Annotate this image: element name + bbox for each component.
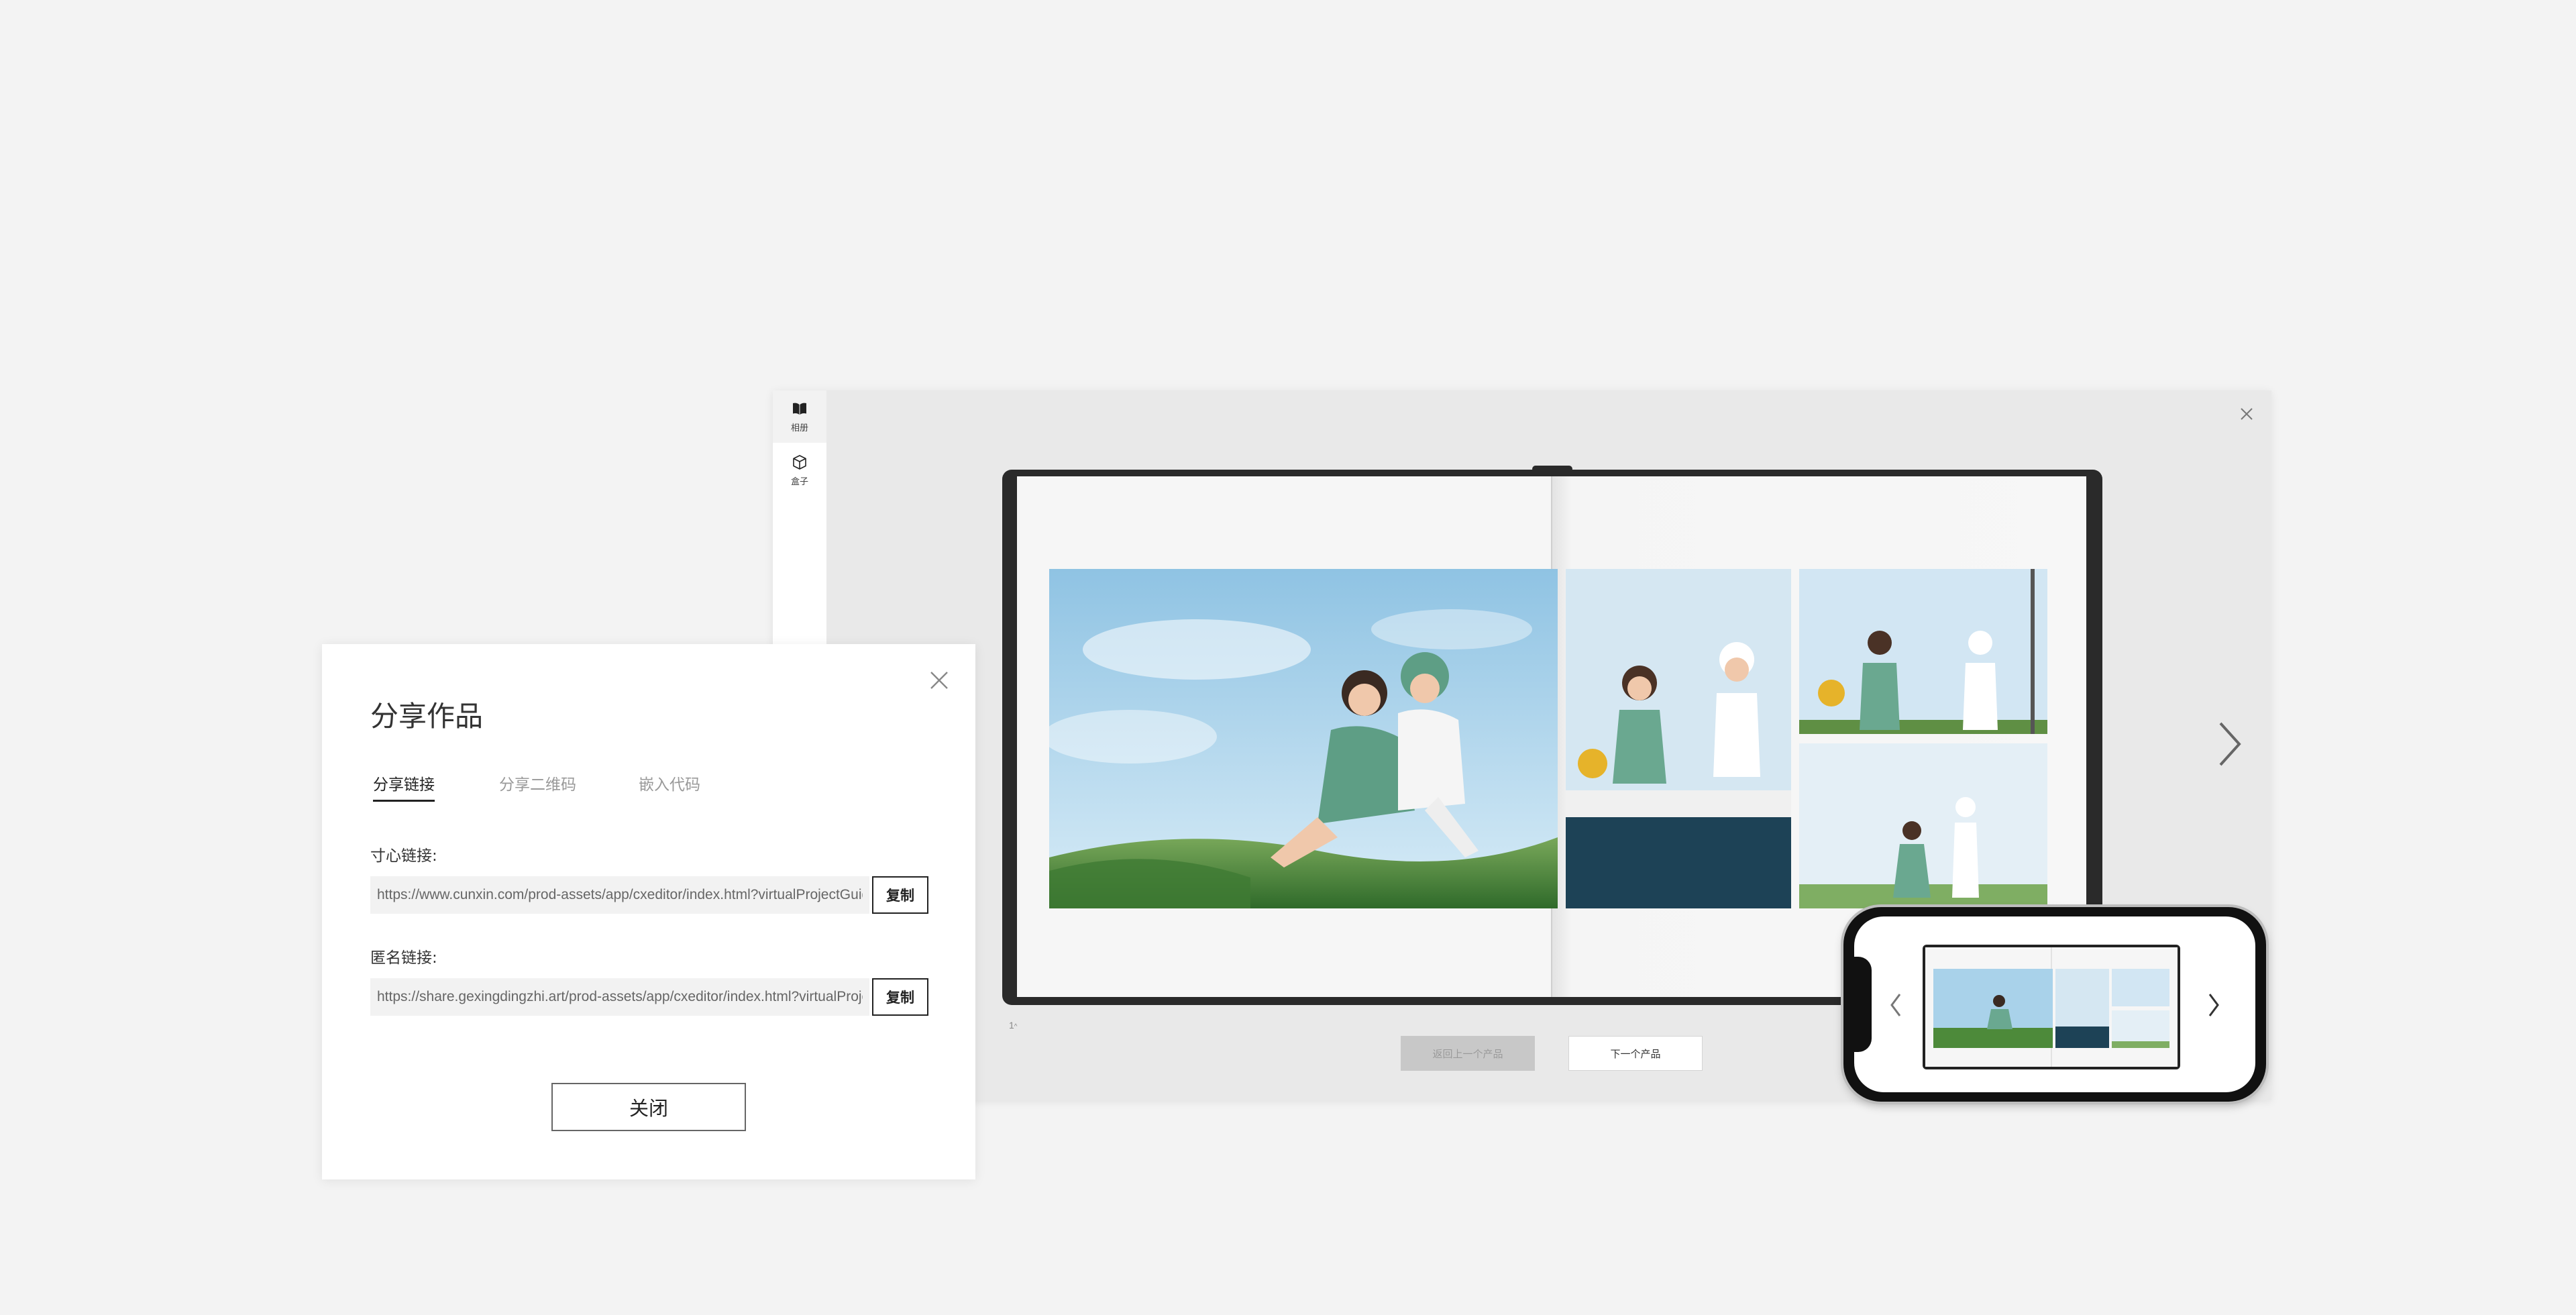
close-button[interactable]: 关闭 xyxy=(551,1083,746,1131)
share-work-dialog: 分享作品 分享链接 分享二维码 嵌入代码 寸心链接: 复制 匿名链接: 复制 关… xyxy=(322,644,975,1179)
album-photo-couple-walking xyxy=(1799,743,2047,908)
box-icon xyxy=(793,454,806,470)
anonymous-link-input[interactable] xyxy=(370,978,869,1016)
page-indicator-caret: ^ xyxy=(1014,1023,1018,1031)
copy-anonymous-link-button[interactable]: 复制 xyxy=(872,978,928,1016)
album-photo-couple-car xyxy=(1566,569,1791,908)
sidebar-item-label: 盒子 xyxy=(790,476,808,487)
cunxin-link-input[interactable] xyxy=(370,876,869,914)
anonymous-link-label: 匿名链接: xyxy=(370,949,437,967)
sidebar-item-album[interactable]: 相册 xyxy=(773,390,826,443)
next-page-arrow-icon[interactable] xyxy=(2215,719,2245,769)
album-photo-couple-grass xyxy=(1049,569,1558,908)
preview-close-icon[interactable] xyxy=(2237,404,2257,424)
phone-next-arrow-icon[interactable] xyxy=(2206,992,2222,1018)
page-number: 1 xyxy=(1009,1020,1014,1031)
next-product-button[interactable]: 下一个产品 xyxy=(1568,1036,1703,1071)
phone-album-thumbnail xyxy=(1923,945,2180,1069)
book-icon xyxy=(793,403,806,415)
album-hinge xyxy=(1532,466,1572,472)
mobile-preview-phone xyxy=(1843,907,2266,1102)
phone-notch xyxy=(1854,957,1872,1052)
tab-share-link[interactable]: 分享链接 xyxy=(373,772,435,802)
album-photo-couple-pole xyxy=(1799,569,2047,734)
cunxin-link-label: 寸心链接: xyxy=(370,847,437,865)
previous-product-button[interactable]: 返回上一个产品 xyxy=(1401,1036,1535,1071)
tab-share-qrcode[interactable]: 分享二维码 xyxy=(499,772,576,800)
tab-embed-code[interactable]: 嵌入代码 xyxy=(639,772,700,800)
phone-prev-arrow-icon[interactable] xyxy=(1888,992,1904,1018)
copy-cunxin-link-button[interactable]: 复制 xyxy=(872,876,928,914)
sidebar-item-box[interactable]: 盒子 xyxy=(773,444,826,496)
dialog-close-icon[interactable] xyxy=(927,668,951,692)
dialog-title: 分享作品 xyxy=(370,700,484,733)
product-preview-window: 相册 盒子 1^ 返回上一个产品 下一个产品 xyxy=(773,390,2271,1102)
sidebar-item-label: 相册 xyxy=(790,423,808,433)
page-indicator: 1^ xyxy=(1009,1020,1018,1031)
